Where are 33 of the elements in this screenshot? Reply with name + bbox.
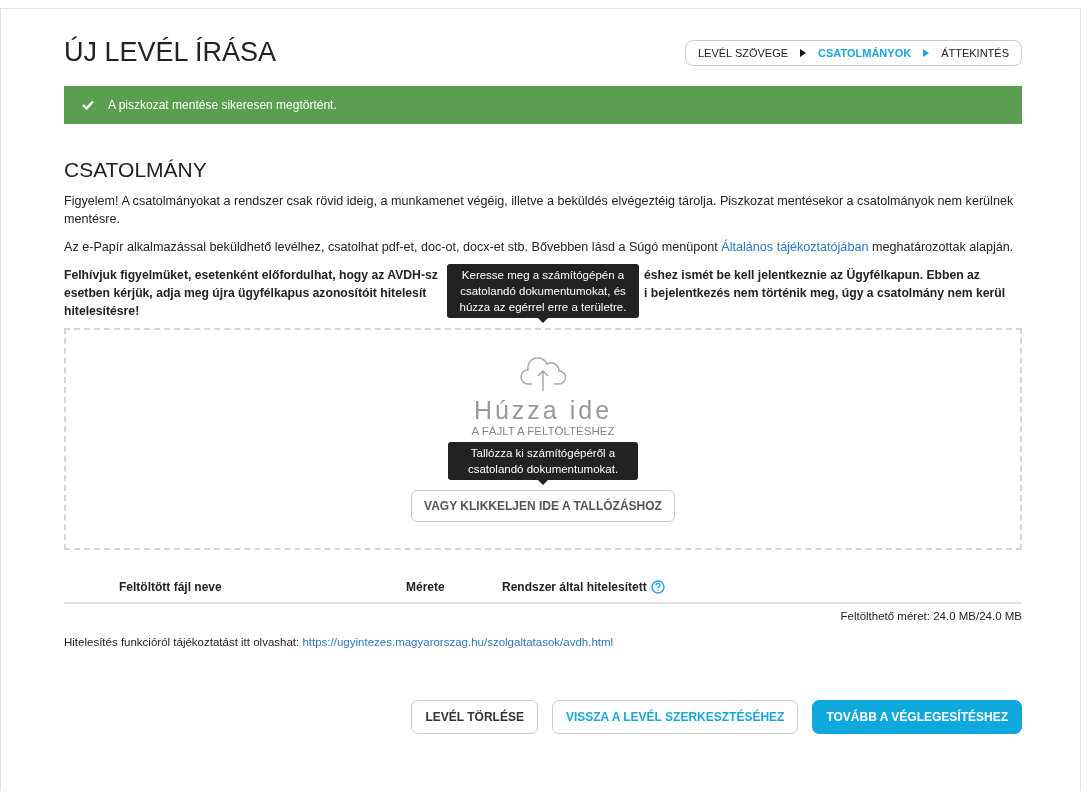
info-link[interactable]: Általános tájékoztatójában <box>721 240 869 254</box>
notice-paragraph: Figyelem! A csatolmányokat a rendszer csak rövid ideig, a munkamenet végéig, illetve a beküldés elvégeztéig tárolja. Piszkozat mentésekor a csatolmányok nem kerülnek mentésre. <box>64 193 1015 228</box>
page-title: ÚJ LEVÉL ÍRÁSA <box>64 37 277 68</box>
arrow-icon <box>800 48 807 57</box>
section-title: CSATOLMÁNY <box>64 158 208 182</box>
avdh-link[interactable]: https://ugyintezes.magyarorszag.hu/szolgaltatasok/avdh.html <box>302 636 614 648</box>
help-icon[interactable] <box>650 580 665 594</box>
drop-subtitle: A FÁJLT A FELTÖLTÉSHEZ <box>471 424 615 438</box>
action-button[interactable]: LEVÉL TÖRLÉSE <box>411 700 538 734</box>
check-icon <box>82 100 94 110</box>
tooltip-pointer-icon <box>538 480 548 485</box>
step-tab[interactable]: LEVÉL SZÖVEGE <box>698 46 789 59</box>
warning-text: esetben kérjük, adja meg újra ügyfélkapus azonosítóit hitelesít <box>64 286 427 300</box>
warning-text: hitelesítésre! <box>64 304 140 318</box>
tooltip: Tallózza ki számítógépéről a csatolandó dokumentumokat. <box>448 442 638 480</box>
warning-text: Felhívjuk figyelmüket, esetenként előfordulhat, hogy az AVDH-sz <box>64 268 438 282</box>
browse-button[interactable]: VAGY KLIKKELJEN IDE A TALLÓZÁSHOZ <box>411 490 675 522</box>
warning-text: i bejelentkezés nem történik meg, úgy a csatolmány nem kerül <box>644 286 1005 300</box>
step-tab[interactable]: ÁTTEKINTÉS <box>941 46 1009 59</box>
auth-info-text: Hitelesítés funkcióról tájékoztatást itt olvashat: <box>64 636 300 648</box>
drop-title: Húzza ide <box>473 396 613 424</box>
drop-zone[interactable]: Húzza ide A FÁJLT A FELTÖLTÉSHEZ Tallózza ki számítógépéről a csatolandó dokumentumokat. VAGY KLIKKELJEN IDE A TALLÓZÁSHOZ <box>64 328 1022 550</box>
alert-text: A piszkozat mentése sikeresen megtörtént. <box>108 98 337 112</box>
column-header: Feltöltött fájl neve <box>118 580 223 594</box>
tooltip-pointer-icon <box>538 318 548 323</box>
tooltip: Keresse meg a számítógépén a csatolandó dokumentumokat, és húzza az egérrel erre a területre. <box>447 264 639 318</box>
column-header: Mérete <box>406 580 446 594</box>
cloud-upload-icon <box>519 354 567 392</box>
arrow-icon <box>923 48 930 57</box>
upload-quota: Feltölthető méret: 24.0 MB/24.0 MB <box>839 610 1022 622</box>
column-header: Rendszer által hitelesített <box>502 580 647 594</box>
info-paragraph: Az e-Papír alkalmazással beküldhető levélhez, csatolhat pdf-et, doc-ot, docx-et stb. Bővebben lásd a Súgó menüpont Általános tájékoztatójában meghatározottak alapján. <box>64 238 1015 256</box>
warning-text: éshez ismét be kell jelentkeznie az Ügyfélkapun. Ebben az <box>644 268 980 282</box>
